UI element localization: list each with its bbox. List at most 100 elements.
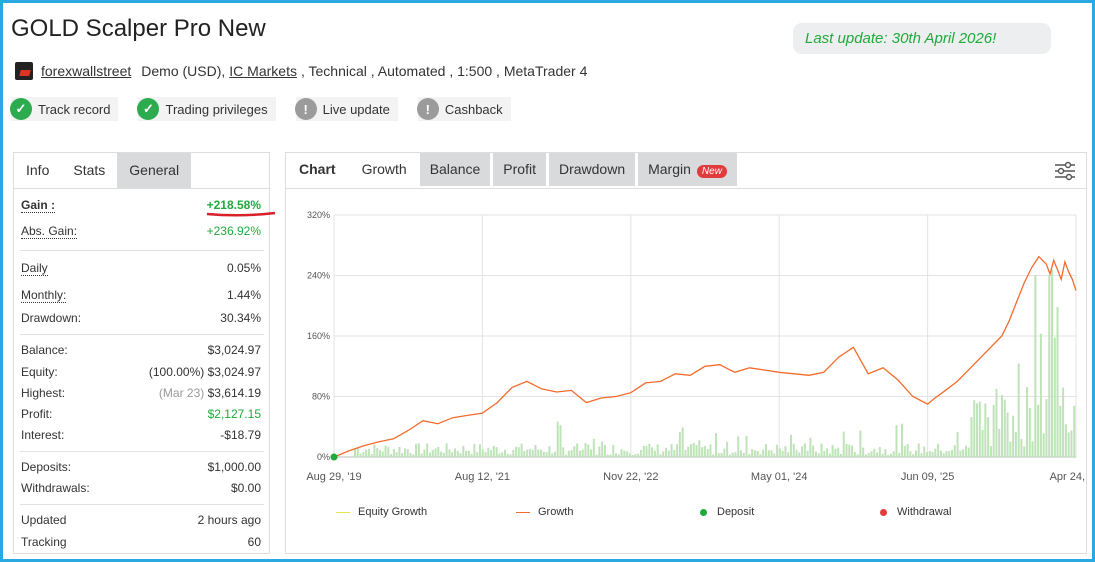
volume-bar [787,452,790,457]
volume-bar [851,445,854,457]
legend-label: Growth [538,506,574,518]
volume-bar [417,443,420,457]
volume-bar [412,454,415,457]
volume-bar [778,448,781,457]
gain-label[interactable]: Gain : [21,198,56,213]
volume-bar [362,452,365,457]
exclamation-icon: ! [294,98,317,120]
volume-bar [1026,387,1029,457]
volume-bar [556,421,559,457]
volume-bar [612,445,615,457]
volume-bar [759,454,762,457]
tab-stats[interactable]: Stats [61,153,118,188]
volume-bar [662,451,665,457]
tab-margin-label: Margin [648,161,691,177]
volume-bar [659,454,662,457]
volume-bar [909,451,912,457]
volume-bar [578,450,581,457]
legend-equity-growth[interactable]: Equity Growth [336,506,427,518]
volume-bar [878,447,881,457]
tab-drawdown[interactable]: Drawdown [548,153,636,186]
volume-bar [939,450,942,457]
account-type: Demo (USD), [141,63,226,79]
volume-bar [515,446,518,457]
volume-bar [781,450,784,457]
monthly-label[interactable]: Monthly: [21,288,67,303]
volume-bar [462,445,465,457]
volume-bar [656,444,659,457]
volume-bar [651,447,654,457]
tab-profit[interactable]: Profit [493,153,546,186]
tracking-value: 60 [247,535,261,549]
tab-general[interactable]: General [117,153,192,188]
volume-bar [665,447,668,457]
deposit-point [330,453,338,461]
volume-bar [620,449,623,457]
volume-bar [853,452,856,457]
volume-bar [381,451,384,457]
divider [20,334,264,335]
verification-badges: ✓ Track record ✓ Trading privileges ! Li… [10,97,531,121]
volume-bar [1064,424,1067,457]
volume-bar [723,448,726,457]
volume-bar [834,448,837,457]
volume-bar [387,447,390,457]
broker-link[interactable]: IC Markets [229,63,297,79]
new-badge: New [696,165,727,178]
stat-interest: Interest: -$18.79 [14,428,269,448]
legend-withdrawal[interactable]: Withdrawal [880,506,951,518]
volume-bar [1023,446,1026,457]
volume-bar [467,450,470,457]
volume-bar [789,434,792,457]
red-underline-annotation [206,211,276,217]
volume-bar [812,445,815,457]
volume-bar [792,443,795,457]
balance-value: $3,024.97 [207,343,261,357]
abs-gain-label[interactable]: Abs. Gain: [21,224,78,239]
tab-balance[interactable]: Balance [419,153,491,186]
tab-growth[interactable]: Growth [352,153,417,186]
volume-bar [1014,432,1017,457]
volume-bar [667,450,670,457]
volume-bar [595,454,598,457]
badge-live-update[interactable]: ! Live update [294,97,398,121]
gain-value: +218.58% [206,198,261,212]
growth-chart[interactable]: 0% 80% 160% 240% 320% Aug 29, '19 Aug 12, '21… [286,203,1086,493]
volume-bar [1031,441,1034,457]
author-link[interactable]: forexwallstreet [41,63,131,79]
sliders-icon[interactable] [1054,161,1076,181]
badge-cashback[interactable]: ! Cashback [416,97,511,121]
volume-bar [354,449,356,457]
volume-bar [1059,405,1062,457]
system-details: , Technical , Automated , 1:500 , MetaTr… [300,63,588,79]
legend-line-icon [516,511,530,513]
volume-bar [856,454,859,457]
tabs-divider [286,188,1086,189]
tab-margin[interactable]: Margin New [638,153,737,186]
volume-bar [1006,412,1009,457]
system-meta: forexwallstreet Demo (USD), IC Markets ,… [15,61,587,81]
badge-trading-privileges[interactable]: ✓ Trading privileges [137,97,276,121]
volume-bar [837,447,840,457]
volume-bar [1039,333,1042,457]
volume-bar [823,450,826,457]
volume-bar [923,446,926,457]
volume-bar [751,449,754,457]
volume-bar [584,443,587,457]
volume-bar [1017,363,1020,457]
legend-label: Equity Growth [358,506,428,518]
volume-bar [590,449,593,457]
volume-bar [534,444,537,457]
legend-dot-icon [880,508,887,516]
volume-bar [492,445,495,457]
volume-bar [673,449,676,457]
legend-deposit[interactable]: Deposit [700,506,754,518]
abs-gain-value: +236.92% [206,224,261,238]
daily-label[interactable]: Daily [21,261,48,276]
volume-bar [942,453,945,457]
volume-bar [803,443,806,457]
legend-growth[interactable]: Growth [516,506,573,518]
badge-track-record[interactable]: ✓ Track record [10,97,119,121]
tab-info[interactable]: Info [14,153,61,188]
tab-chart[interactable]: Chart [286,153,349,186]
